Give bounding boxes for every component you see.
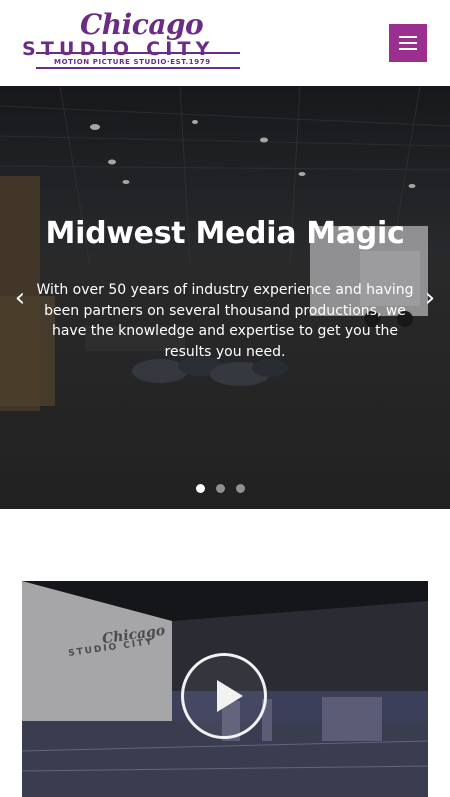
hamburger-menu-icon-bar	[399, 48, 417, 50]
slider-dot-1[interactable]	[196, 484, 205, 493]
hamburger-menu-icon	[399, 36, 417, 38]
slider-next-arrow-icon[interactable]: ›	[420, 285, 440, 311]
play-icon	[217, 680, 243, 712]
logo-main-text: STUDIO CITY	[22, 38, 215, 60]
hamburger-menu-icon-bar	[399, 42, 417, 44]
menu-button[interactable]	[389, 24, 427, 62]
logo-tagline: MOTION PICTURE STUDIO·EST.1979	[54, 58, 211, 66]
video-player[interactable]: Chicago STUDIO CITY	[22, 581, 428, 797]
play-button[interactable]	[181, 653, 267, 739]
logo-script-text: Chicago	[80, 8, 204, 41]
slider-dot-2[interactable]	[216, 484, 225, 493]
slider-dot-3[interactable]	[236, 484, 245, 493]
hero-slider: Midwest Media Magic With over 50 years o…	[0, 86, 450, 509]
hero-title: Midwest Media Magic	[45, 216, 405, 251]
slider-prev-arrow-icon[interactable]: ‹	[10, 285, 30, 311]
logo-rule-bottom	[36, 67, 240, 69]
site-logo[interactable]: Chicago STUDIO CITY MOTION PICTURE STUDI…	[22, 8, 254, 74]
hero-description: With over 50 years of industry experienc…	[36, 282, 414, 360]
site-header: Chicago STUDIO CITY MOTION PICTURE STUDI…	[0, 0, 450, 86]
